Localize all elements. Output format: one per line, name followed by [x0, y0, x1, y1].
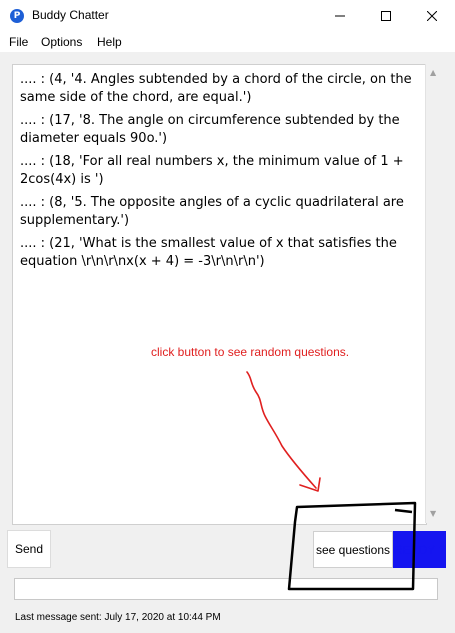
message-input[interactable] [14, 578, 438, 600]
ready-status-badge: READY ? [393, 531, 446, 568]
close-button[interactable] [409, 0, 455, 32]
hint-text: click button to see random questions. [151, 345, 350, 359]
chat-message: .... : (21, 'What is the smallest value … [20, 236, 397, 269]
close-icon [427, 11, 437, 21]
window-title: Buddy Chatter [32, 8, 109, 22]
app-icon: P [10, 9, 24, 23]
status-bar-text: Last message sent: July 17, 2020 at 10:4… [15, 612, 221, 623]
minimize-button[interactable] [317, 0, 363, 32]
chat-message: .... : (18, 'For all real numbers x, the… [20, 154, 404, 187]
scroll-down-icon[interactable]: ▼ [430, 509, 436, 518]
chat-log[interactable]: .... : (4, '4. Angles subtended by a cho… [12, 64, 427, 525]
maximize-icon [381, 11, 391, 21]
menu-options[interactable]: Options [41, 35, 82, 49]
chat-message: .... : (4, '4. Angles subtended by a cho… [20, 72, 412, 105]
chat-message: .... : (8, '5. The opposite angles of a … [20, 195, 404, 228]
title-bar: P Buddy Chatter [0, 0, 455, 32]
maximize-button[interactable] [363, 0, 409, 32]
send-button[interactable]: Send [7, 530, 51, 568]
chat-scrollbar[interactable]: ▲ ▼ [425, 64, 443, 523]
chat-message: .... : (17, '8. The angle on circumferen… [20, 113, 400, 146]
scroll-up-icon[interactable]: ▲ [430, 68, 436, 77]
menu-bar: File Options Help [0, 32, 455, 52]
menu-file[interactable]: File [9, 35, 28, 49]
see-questions-button[interactable]: see questions [313, 531, 393, 568]
minimize-icon [335, 15, 345, 17]
chat-messages: .... : (4, '4. Angles subtended by a cho… [20, 71, 418, 276]
menu-help[interactable]: Help [97, 35, 122, 49]
